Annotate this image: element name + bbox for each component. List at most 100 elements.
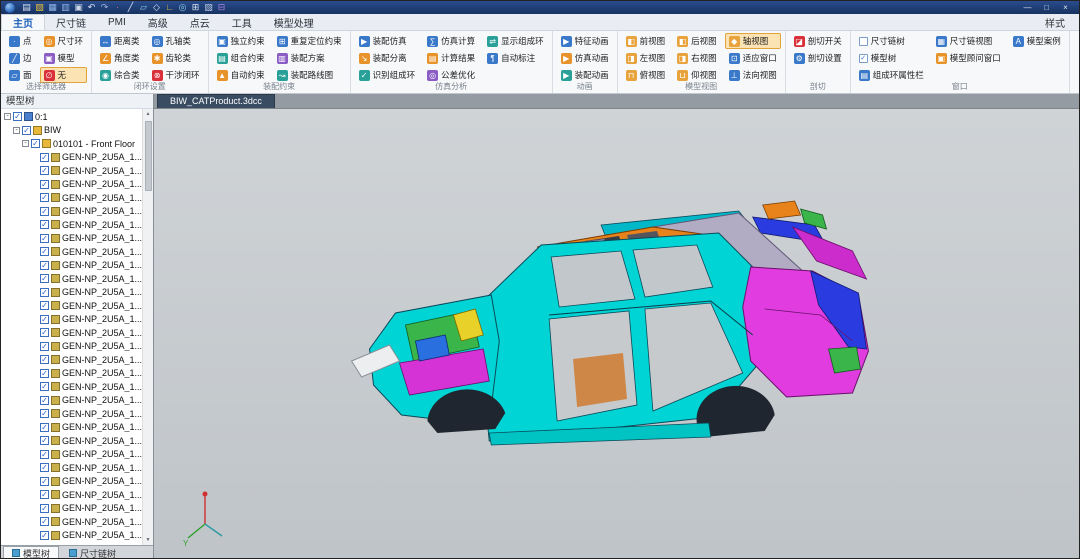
assembly-separation-button[interactable]: ↘ 装配分离	[355, 50, 420, 66]
checkbox-checked-icon[interactable]: ✓	[40, 287, 49, 297]
checkbox-checked-icon[interactable]: ✓	[40, 517, 49, 527]
tree-node[interactable]: ✓ GEN-NP_2U5A_1...	[1, 434, 142, 448]
tree-node[interactable]: ✓ GEN-NP_2U5A_1...	[1, 475, 142, 489]
model-advisor-window-button[interactable]: ▣ 模型顾问窗口	[932, 50, 1005, 66]
checkbox-checked-icon[interactable]: ✓	[40, 179, 49, 189]
fit-window-button[interactable]: ⊡ 适应窗口	[725, 50, 781, 66]
usb-device-icon[interactable]: ⊟	[215, 1, 228, 14]
ribbon-tab-point-cloud[interactable]: 点云	[179, 14, 221, 30]
open-file-icon[interactable]: ▨	[33, 1, 46, 14]
ribbon-tab-advanced[interactable]: 高级	[137, 14, 179, 30]
tree-node[interactable]: ✓ GEN-NP_2U5A_1...	[1, 232, 142, 246]
tree-node[interactable]: ✓ GEN-NP_2U5A_1...	[1, 151, 142, 165]
tree-node[interactable]: ✓ GEN-NP_2U5A_1...	[1, 313, 142, 327]
hole-axis-loop-button[interactable]: ◎ 孔轴类	[148, 33, 204, 49]
checkbox-checked-icon[interactable]: ✓	[40, 314, 49, 324]
tree-node[interactable]: ✓ GEN-NP_2U5A_1...	[1, 205, 142, 219]
display-tool-icon[interactable]: ▧	[202, 1, 215, 14]
checkbox-checked-icon[interactable]: ✓	[40, 301, 49, 311]
tree-node[interactable]: ✓ GEN-NP_2U5A_1...	[1, 218, 142, 232]
distance-loop-button[interactable]: ↔ 距离类	[96, 33, 144, 49]
tree-node[interactable]: ✓ GEN-NP_2U5A_1...	[1, 286, 142, 300]
independent-constraint-button[interactable]: ▣ 独立约束	[213, 33, 269, 49]
checkbox-checked-icon[interactable]: ✓	[22, 125, 31, 135]
print-icon[interactable]: ▣	[72, 1, 85, 14]
scrollbar-thumb[interactable]	[144, 121, 152, 191]
checkbox-checked-icon[interactable]: ✓	[40, 328, 49, 338]
expander-icon[interactable]: -	[4, 113, 11, 121]
checkbox-checked-icon[interactable]: ✓	[31, 139, 40, 149]
model-case-button[interactable]: A 模型案例	[1009, 33, 1065, 49]
checkbox-checked-icon[interactable]: ✓	[40, 260, 49, 270]
feature-animation-button[interactable]: ▶ 特征动画	[557, 33, 613, 49]
computation-result-button[interactable]: ▤ 计算结果	[423, 50, 479, 66]
model-tree-toggle-button[interactable]: ✓ 模型树	[855, 50, 928, 66]
left-view-button[interactable]: ◨ 左视图	[622, 50, 670, 66]
tree-node[interactable]: ✓ GEN-NP_2U5A_1...	[1, 164, 142, 178]
expander-icon[interactable]: -	[22, 140, 29, 148]
checkbox-checked-icon[interactable]: ✓	[40, 274, 49, 284]
checkbox-checked-icon[interactable]: ✓	[40, 166, 49, 176]
ribbon-tab-home[interactable]: 主页	[1, 14, 45, 30]
checkbox-checked-icon[interactable]: ✓	[40, 476, 49, 486]
point-filter-button[interactable]: · 点	[5, 33, 36, 49]
section-toggle-button[interactable]: ◪ 剖切开关	[790, 33, 846, 49]
tree-node[interactable]: ✓ GEN-NP_2U5A_1...	[1, 367, 142, 381]
checkbox-checked-icon[interactable]: ✓	[40, 422, 49, 432]
checkbox-checked-icon[interactable]: ✓	[40, 193, 49, 203]
minimize-button[interactable]: —	[1018, 1, 1037, 14]
dimension-chain-tree-toggle-button[interactable]: 尺寸链树	[855, 33, 928, 49]
scroll-up-icon[interactable]: ▲	[143, 109, 153, 119]
checkbox-checked-icon[interactable]: ✓	[40, 152, 49, 162]
checkbox-checked-icon[interactable]: ✓	[40, 368, 49, 378]
tree-node[interactable]: ✓ GEN-NP_2U5A_1...	[1, 448, 142, 462]
new-file-icon[interactable]: ▤	[20, 1, 33, 14]
save-all-icon[interactable]: ▥	[59, 1, 72, 14]
checkbox-checked-icon[interactable]: ✓	[40, 503, 49, 513]
car-rear-lower-panel[interactable]	[828, 346, 861, 374]
ribbon-tab-tools[interactable]: 工具	[221, 14, 263, 30]
assembly-scheme-button[interactable]: ▥ 装配方案	[273, 50, 346, 66]
tree-node[interactable]: ✓ GEN-NP_2U5A_1...	[1, 259, 142, 273]
repeat-positioning-constraint-button[interactable]: ⊞ 重复定位约束	[273, 33, 346, 49]
right-view-button[interactable]: ◨ 右视图	[673, 50, 721, 66]
panel-tab-dimension-chain-tree[interactable]: 尺寸链树	[60, 546, 125, 558]
tree-node[interactable]: ✓ GEN-NP_2U5A_1...	[1, 272, 142, 286]
gear-loop-button[interactable]: ✱ 齿轮类	[148, 50, 204, 66]
show-loops-button[interactable]: ⇌ 显示组成环	[483, 33, 548, 49]
axis-tool-icon[interactable]: ◇	[150, 1, 163, 14]
grid-tool-icon[interactable]: ⊞	[189, 1, 202, 14]
edge-filter-button[interactable]: ╱ 边	[5, 50, 36, 66]
car-far-header-orange[interactable]	[762, 200, 802, 220]
view-tool-icon[interactable]: ◎	[176, 1, 189, 14]
ribbon-tab-model-processing[interactable]: 模型处理	[263, 14, 325, 30]
checkbox-checked-icon[interactable]: ✓	[40, 490, 49, 500]
scroll-down-icon[interactable]: ▼	[143, 535, 153, 545]
close-button[interactable]: ×	[1056, 1, 1075, 14]
tree-node[interactable]: ✓ GEN-NP_2U5A_1...	[1, 461, 142, 475]
ribbon-tab-dimension-chain[interactable]: 尺寸链	[45, 14, 97, 30]
tree-node[interactable]: ✓ GEN-NP_2U5A_1...	[1, 353, 142, 367]
auto-annotation-button[interactable]: ¶ 自动标注	[483, 50, 548, 66]
tree-node[interactable]: ✓ GEN-NP_2U5A_1...	[1, 326, 142, 340]
model-filter-button[interactable]: ▣ 模型	[40, 50, 88, 66]
tree-node[interactable]: ✓ GEN-NP_2U5A_1...	[1, 407, 142, 421]
checkbox-checked-icon[interactable]: ✓	[40, 247, 49, 257]
document-tab[interactable]: BIW_CATProduct.3dcc	[157, 94, 275, 108]
checkbox-checked-icon[interactable]: ✓	[40, 530, 49, 540]
tree-node[interactable]: ✓ GEN-NP_2U5A_1...	[1, 529, 142, 543]
tree-node[interactable]: ✓ GEN-NP_2U5A_1...	[1, 488, 142, 502]
checkbox-checked-icon[interactable]: ✓	[40, 220, 49, 230]
ribbon-tab-pmi[interactable]: PMI	[97, 14, 137, 30]
axonometric-view-button[interactable]: ◆ 轴视图	[724, 33, 781, 49]
checkbox-checked-icon[interactable]: ✓	[40, 341, 49, 351]
tree-node[interactable]: - ✓ 0:1	[1, 110, 142, 124]
tree-node[interactable]: ✓ GEN-NP_2U5A_1...	[1, 380, 142, 394]
angle-loop-button[interactable]: ∠ 角度类	[96, 50, 144, 66]
checkbox-checked-icon[interactable]: ✓	[13, 112, 22, 122]
undo-icon[interactable]: ↶	[85, 1, 98, 14]
checkbox-checked-icon[interactable]: ✓	[40, 409, 49, 419]
viewport-3d[interactable]: BIW_CATProduct.3dcc Y	[154, 94, 1079, 558]
section-settings-button[interactable]: ⚙ 剖切设置	[790, 50, 846, 66]
tree-node[interactable]: - ✓ BIW	[1, 124, 142, 138]
